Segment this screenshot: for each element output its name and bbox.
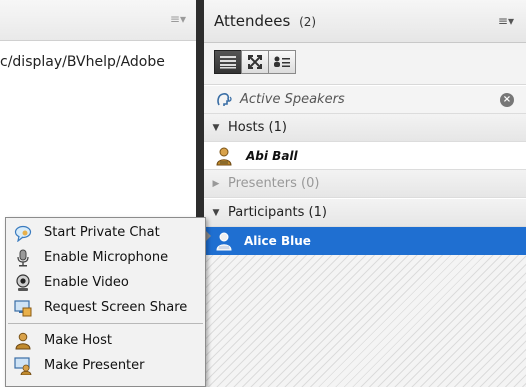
hosts-section-header[interactable]: ▼ Hosts (1) [204, 114, 526, 142]
list-view-icon [220, 56, 236, 69]
pod-title: Attendees (2) [214, 12, 316, 30]
close-active-speakers-icon[interactable]: × [500, 93, 514, 107]
screen-share-icon [14, 299, 32, 316]
active-speakers-bar: Active Speakers × [204, 86, 526, 114]
attendee-list-empty-area [204, 255, 526, 387]
menu-item-enable-video[interactable]: Enable Video [6, 270, 205, 295]
menu-item-request-screen-share[interactable]: Request Screen Share [6, 295, 205, 320]
expanded-triangle-icon: ▼ [212, 122, 220, 133]
presenters-section-label: Presenters (0) [228, 176, 320, 191]
attendee-row-participant-selected[interactable]: Alice Blue [204, 227, 526, 255]
menu-item-label: Make Presenter [44, 358, 145, 373]
participants-section-label: Participants (1) [228, 205, 327, 220]
speaking-head-icon [217, 92, 232, 106]
hosts-section-label: Hosts (1) [228, 120, 287, 135]
person-list-icon [274, 56, 290, 67]
breakout-view-button[interactable] [268, 50, 296, 74]
menu-item-label: Start Private Chat [44, 225, 160, 240]
pod-title-text: Attendees [214, 12, 291, 30]
menu-item-label: Enable Video [44, 275, 129, 290]
collapsed-triangle-icon: ▶ [212, 178, 220, 189]
active-speakers-label: Active Speakers [240, 92, 345, 107]
menu-separator [8, 323, 203, 324]
attendee-name: Alice Blue [244, 234, 311, 248]
view-toolbar [204, 43, 526, 85]
menu-item-start-private-chat[interactable]: Start Private Chat [6, 220, 205, 245]
chat-bubble-icon [14, 225, 32, 242]
host-icon [216, 147, 232, 165]
menu-item-make-presenter[interactable]: Make Presenter [6, 353, 205, 378]
menu-item-label: Enable Microphone [44, 250, 169, 265]
share-pod-header: ≡▾ [0, 0, 196, 41]
attendee-name: Abi Ball [246, 148, 298, 163]
shared-url-text: c/display/BVhelp/Adobe [0, 54, 165, 70]
attendee-context-menu: Start Private Chat Enable Microphone Ena… [5, 217, 206, 387]
menu-item-make-host[interactable]: Make Host [6, 328, 205, 353]
presenter-icon [14, 356, 32, 375]
participants-section-header[interactable]: ▼ Participants (1) [204, 199, 526, 227]
webcam-icon [16, 273, 30, 291]
menu-item-label: Make Host [44, 333, 112, 348]
presenters-section-header[interactable]: ▶ Presenters (0) [204, 170, 526, 198]
microphone-icon [17, 249, 29, 266]
menu-item-label: Request Screen Share [44, 300, 188, 315]
expanded-triangle-icon: ▼ [212, 207, 220, 218]
status-view-button[interactable] [241, 50, 269, 74]
attendees-pod-header: Attendees (2) ≡▾ [204, 0, 526, 43]
attendee-row-host[interactable]: Abi Ball [204, 142, 526, 170]
attendees-pod: Attendees (2) ≡▾ Active Speakers × ▼ Hos… [204, 0, 526, 387]
menu-item-enable-microphone[interactable]: Enable Microphone [6, 245, 205, 270]
participant-icon [216, 232, 232, 251]
expand-arrows-icon [248, 55, 262, 69]
host-icon [15, 332, 31, 349]
list-view-button[interactable] [214, 50, 242, 74]
share-pod-menu-button[interactable]: ≡▾ [170, 12, 186, 26]
attendee-count: (2) [299, 15, 317, 29]
attendees-pod-menu-button[interactable]: ≡▾ [498, 14, 514, 28]
